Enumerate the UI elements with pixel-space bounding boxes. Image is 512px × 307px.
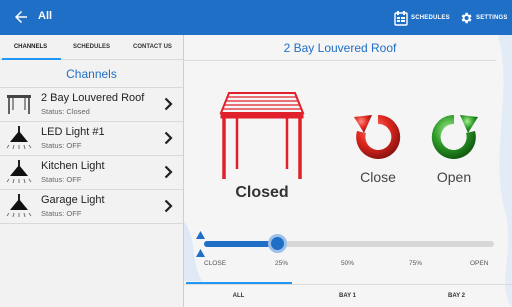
channel-status: Status: OFF — [41, 141, 82, 150]
detail-pane: 2 Bay Louvered Roof Closed Close Open CL… — [184, 35, 512, 307]
slider-tick-label: OPEN — [470, 260, 489, 267]
slider-marker-icon — [196, 249, 205, 257]
position-slider-handle[interactable] — [267, 234, 287, 253]
channel-name: Garage Light — [41, 194, 105, 206]
app-bar: All SCHEDULES SETTINGS — [0, 0, 512, 35]
channel-status: Status: OFF — [41, 209, 82, 218]
channels-heading: Channels — [0, 60, 183, 88]
tab-indicator — [2, 58, 61, 60]
close-rotate-button[interactable] — [352, 111, 404, 163]
slider-marker-icon — [196, 231, 205, 239]
chevron-right-icon — [164, 165, 173, 179]
chevron-right-icon — [164, 131, 173, 145]
channel-name: LED Light #1 — [41, 126, 105, 138]
bay-tab-bar: ALL BAY 1 BAY 2 — [184, 284, 512, 307]
channel-status: Status: Closed — [41, 107, 90, 116]
channel-status: Status: OFF — [41, 175, 82, 184]
gear-icon — [461, 12, 472, 24]
tab-schedules[interactable]: SCHEDULES — [61, 35, 122, 59]
roof-illustration — [219, 92, 305, 179]
tab-bay-2[interactable]: BAY 2 — [402, 285, 511, 307]
open-label[interactable]: Open — [424, 169, 484, 185]
position-slider-fill — [204, 241, 277, 247]
back-arrow-icon[interactable] — [12, 8, 30, 26]
chevron-right-icon — [164, 199, 173, 213]
open-rotate-button[interactable] — [428, 111, 480, 163]
chevron-right-icon — [164, 97, 173, 111]
slider-tick-label: 75% — [409, 260, 423, 267]
calendar-icon — [394, 11, 408, 26]
left-tab-bar: CHANNELS SCHEDULES CONTACT US — [0, 35, 183, 60]
slider-tick-label: 50% — [341, 260, 355, 267]
lamp-icon — [6, 194, 32, 218]
channel-name: Kitchen Light — [41, 160, 105, 172]
slider-tick-label: 25% — [275, 260, 289, 267]
tab-channels[interactable]: CHANNELS — [0, 35, 61, 59]
lamp-icon — [6, 126, 32, 150]
tab-bay-all[interactable]: ALL — [184, 285, 293, 307]
roof-state-label: Closed — [235, 184, 289, 201]
settings-label: SETTINGS — [476, 15, 508, 21]
schedules-label: SCHEDULES — [411, 15, 450, 21]
settings-button[interactable]: SETTINGS — [459, 9, 508, 27]
channel-item-garage-light[interactable]: Garage Light Status: OFF — [0, 190, 183, 224]
lamp-icon — [6, 160, 32, 184]
tab-bay-1[interactable]: BAY 1 — [293, 285, 402, 307]
left-pane: CHANNELS SCHEDULES CONTACT US Channels 2… — [0, 35, 184, 307]
roof-icon — [7, 95, 31, 114]
channel-item-led-light[interactable]: LED Light #1 Status: OFF — [0, 122, 183, 156]
channel-item-kitchen-light[interactable]: Kitchen Light Status: OFF — [0, 156, 183, 190]
schedules-button[interactable]: SCHEDULES — [394, 9, 450, 27]
channel-item-roof[interactable]: 2 Bay Louvered Roof Status: Closed — [0, 88, 183, 122]
close-label[interactable]: Close — [348, 169, 408, 185]
tab-contact-us[interactable]: CONTACT US — [122, 35, 183, 59]
channel-name: 2 Bay Louvered Roof — [41, 92, 145, 104]
channel-list: 2 Bay Louvered Roof Status: Closed LED L… — [0, 88, 183, 224]
app-title: All — [38, 10, 53, 22]
slider-tick-label: CLOSE — [204, 260, 227, 267]
detail-title: 2 Bay Louvered Roof — [184, 35, 496, 61]
